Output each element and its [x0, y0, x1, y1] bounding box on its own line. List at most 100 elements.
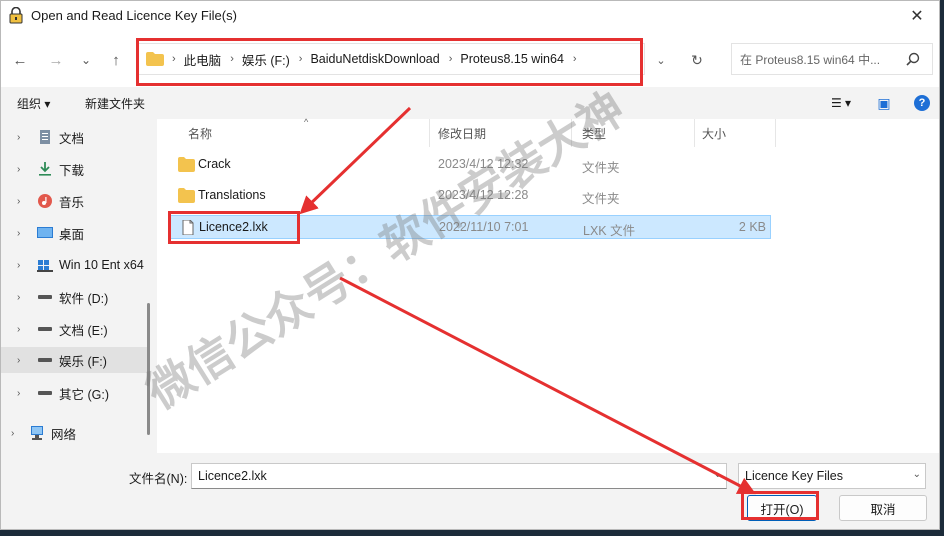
- preview-pane-button[interactable]: ▣: [873, 93, 895, 113]
- sidebar-item-label: 网络: [51, 427, 77, 442]
- arrow-up-icon: ↑: [112, 51, 120, 69]
- list-item[interactable]: Crack 2023/4/12 12:32 文件夹: [169, 153, 771, 177]
- title-bar: Open and Read Licence Key File(s) ✕: [1, 1, 939, 31]
- folder-icon: [146, 52, 164, 66]
- file-name: Crack: [198, 157, 231, 171]
- column-header-type[interactable]: 类型: [582, 125, 606, 142]
- back-button[interactable]: ←: [7, 47, 33, 73]
- column-divider[interactable]: [775, 119, 776, 147]
- breadcrumb-drive-f[interactable]: 娱乐 (F:): [242, 50, 290, 69]
- drive-icon: [38, 327, 52, 331]
- sidebar-item-drive-d[interactable]: › 软件 (D:): [1, 285, 147, 309]
- sidebar-item-label: 娱乐 (F:): [59, 354, 107, 369]
- chevron-right-icon[interactable]: ›: [17, 228, 20, 239]
- column-divider[interactable]: [694, 119, 695, 147]
- sidebar-item-win10[interactable]: › Win 10 Ent x64: [1, 253, 147, 277]
- search-icon: [906, 52, 920, 66]
- chevron-right-icon[interactable]: ›: [11, 428, 14, 439]
- column-header-modified[interactable]: 修改日期: [438, 125, 486, 142]
- folder-icon: [178, 157, 195, 172]
- chevron-right-icon[interactable]: ›: [17, 260, 20, 271]
- sidebar-item-desktop[interactable]: › 桌面: [1, 221, 147, 245]
- search-box[interactable]: 在 Proteus8.15 win64 中...: [731, 43, 933, 75]
- dialog-footer: 文件名(N): Licence2.lxk ⌄ Licence Key Files…: [1, 453, 939, 529]
- sidebar-item-label: 文档 (E:): [59, 323, 108, 338]
- file-modified: 2022/11/10 7:01: [439, 220, 529, 234]
- column-header-name[interactable]: 名称: [188, 125, 212, 142]
- chevron-right-icon[interactable]: ›: [17, 355, 20, 366]
- forward-button[interactable]: →: [43, 47, 69, 73]
- new-folder-button[interactable]: 新建文件夹: [85, 95, 145, 112]
- chevron-right-icon[interactable]: ›: [17, 164, 20, 175]
- chevron-right-icon[interactable]: ›: [17, 324, 20, 335]
- chevron-right-icon[interactable]: ›: [17, 196, 20, 207]
- close-icon: ✕: [910, 8, 924, 25]
- organize-button[interactable]: 组织 ▾: [17, 95, 50, 112]
- chevron-right-icon[interactable]: ›: [17, 292, 20, 303]
- file-list: 名称 ^ 修改日期 类型 大小 Crack 2023/4/12 12:32 文件…: [157, 117, 939, 453]
- sort-ascending-icon: ^: [304, 117, 309, 127]
- chevron-down-icon[interactable]: ⌄: [714, 469, 722, 480]
- network-icon: [31, 426, 43, 440]
- address-history-button[interactable]: ⌄: [651, 47, 671, 73]
- music-icon: [38, 194, 52, 208]
- navigation-bar: ← → ⌄ ↑ › 此电脑 › 娱乐 (F:) › BaiduNetdiskDo…: [1, 31, 939, 87]
- filetype-value: Licence Key Files: [745, 469, 843, 483]
- breadcrumb-separator: ›: [172, 53, 176, 65]
- sidebar-item-drive-g[interactable]: › 其它 (G:): [1, 381, 147, 405]
- open-button[interactable]: 打开(O): [747, 495, 817, 521]
- preview-pane-icon: ▣: [877, 94, 891, 111]
- sidebar-item-music[interactable]: › 音乐: [1, 189, 147, 213]
- close-button[interactable]: ✕: [895, 1, 939, 31]
- column-divider[interactable]: [429, 119, 430, 147]
- sidebar-item-network[interactable]: › 网络: [1, 421, 147, 445]
- chevron-down-icon: ⌄: [656, 54, 666, 67]
- view-options-button[interactable]: ☰ ▾: [821, 93, 861, 113]
- file-type: LXK 文件: [583, 224, 636, 238]
- filename-input[interactable]: Licence2.lxk ⌄: [191, 463, 727, 489]
- lock-icon: [9, 7, 23, 24]
- file-modified: 2023/4/12 12:32: [438, 157, 529, 171]
- sidebar-item-label: 软件 (D:): [59, 291, 109, 306]
- breadcrumb-this-pc[interactable]: 此电脑: [184, 50, 222, 69]
- sidebar-item-drive-e[interactable]: › 文档 (E:): [1, 317, 147, 341]
- list-item-selected[interactable]: Licence2.lxk 2022/11/10 7:01 LXK 文件 2 KB: [169, 215, 771, 239]
- sidebar-item-documents[interactable]: › 文档: [1, 125, 147, 149]
- column-divider[interactable]: [571, 119, 572, 147]
- sidebar-scrollbar[interactable]: [147, 303, 150, 435]
- drive-icon: [38, 295, 52, 299]
- sidebar-item-drive-f[interactable]: › 娱乐 (F:): [1, 347, 147, 373]
- sidebar-item-label: 桌面: [59, 227, 85, 242]
- document-icon: [40, 130, 50, 144]
- list-item[interactable]: Translations 2023/4/12 12:28 文件夹: [169, 184, 771, 208]
- breadcrumb-separator[interactable]: ›: [230, 53, 234, 65]
- filename-label: 文件名(N):: [129, 472, 188, 486]
- address-bar[interactable]: › 此电脑 › 娱乐 (F:) › BaiduNetdiskDownload ›…: [137, 43, 645, 75]
- breadcrumb-separator[interactable]: ›: [449, 53, 453, 65]
- help-button[interactable]: ?: [911, 93, 933, 113]
- recent-locations-button[interactable]: ⌄: [73, 47, 99, 73]
- filetype-select[interactable]: Licence Key Files ⌄: [738, 463, 926, 489]
- chevron-right-icon[interactable]: ›: [17, 132, 20, 143]
- up-button[interactable]: ↑: [103, 47, 129, 73]
- cancel-button[interactable]: 取消: [839, 495, 927, 521]
- folder-icon: [178, 188, 195, 203]
- arrow-left-icon: ←: [12, 51, 28, 69]
- breadcrumb-separator[interactable]: ›: [299, 53, 303, 65]
- sidebar-item-label: 音乐: [59, 195, 85, 210]
- breadcrumb-proteus[interactable]: Proteus8.15 win64: [460, 52, 564, 66]
- chevron-right-icon[interactable]: ›: [17, 388, 20, 399]
- file-name: Licence2.lxk: [199, 220, 268, 234]
- file-type: 文件夹: [582, 161, 620, 175]
- breadcrumb-separator[interactable]: ›: [573, 53, 577, 65]
- refresh-button[interactable]: ↻: [684, 47, 710, 73]
- chevron-down-icon: ⌄: [80, 53, 92, 67]
- column-header-size[interactable]: 大小: [702, 125, 726, 142]
- sidebar-item-downloads[interactable]: › 下载: [1, 157, 147, 181]
- window-title: Open and Read Licence Key File(s): [31, 8, 237, 23]
- column-header-row: 名称 ^ 修改日期 类型 大小: [157, 117, 777, 147]
- breadcrumb-baidunetdisk[interactable]: BaiduNetdiskDownload: [310, 52, 439, 66]
- file-dialog: Open and Read Licence Key File(s) ✕ ← → …: [0, 0, 940, 530]
- desktop-icon: [37, 227, 53, 238]
- chevron-down-icon: ⌄: [912, 469, 921, 480]
